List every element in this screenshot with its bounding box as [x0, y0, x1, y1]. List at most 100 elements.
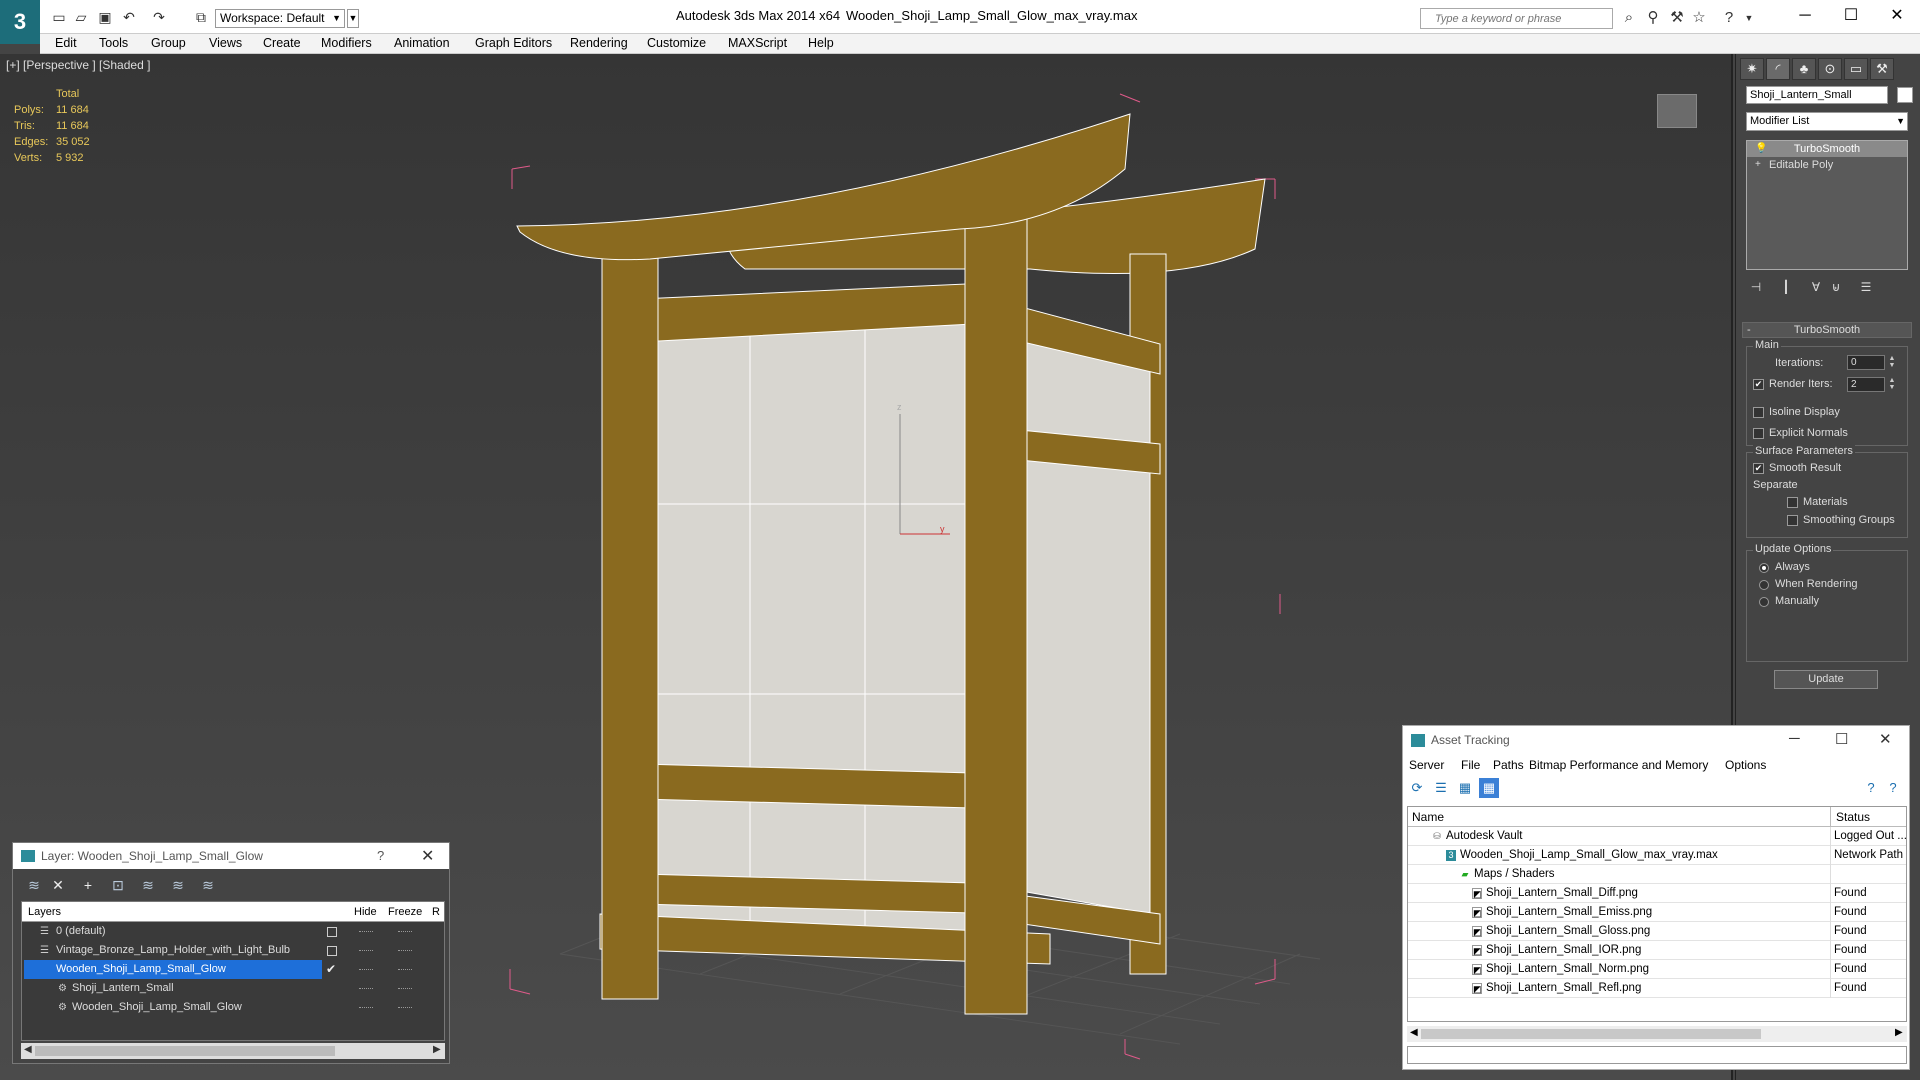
isoline-display-checkbox[interactable]: [1753, 407, 1764, 418]
close-icon[interactable]: ✕: [421, 846, 434, 866]
active-layer-checkbox[interactable]: [327, 927, 337, 937]
hide-toggle[interactable]: [359, 1007, 373, 1008]
freeze-toggle[interactable]: [398, 931, 412, 932]
smoothing-groups-checkbox[interactable]: [1787, 515, 1798, 526]
freeze-all-icon[interactable]: ≋: [197, 875, 219, 895]
search-input[interactable]: [1421, 9, 1612, 28]
help-toggle-icon[interactable]: ?: [1883, 778, 1903, 798]
utilities-tab-icon[interactable]: ⚒: [1870, 58, 1894, 80]
communication-center-icon[interactable]: ⚒: [1668, 10, 1686, 26]
display-tab-icon[interactable]: ▭: [1844, 58, 1868, 80]
open-file-icon[interactable]: ▱: [72, 9, 90, 25]
help-icon[interactable]: ?: [1720, 10, 1738, 26]
menu-edit[interactable]: Edit: [55, 36, 77, 50]
always-radio[interactable]: [1759, 563, 1769, 573]
asset-row[interactable]: ◩ Shoji_Lantern_Small_Gloss.png Found: [1408, 922, 1906, 941]
asset-menu-bitmap[interactable]: Bitmap Performance and Memory: [1529, 758, 1708, 772]
lightbulb-icon[interactable]: 💡: [1755, 141, 1767, 157]
hide-toggle[interactable]: [359, 988, 373, 989]
spinner-arrows-icon[interactable]: ▲ ▼: [1888, 377, 1896, 392]
menu-rendering[interactable]: Rendering: [570, 36, 628, 50]
asset-row[interactable]: ◩ Shoji_Lantern_Small_IOR.png Found: [1408, 941, 1906, 960]
asset-menu-paths[interactable]: Paths: [1493, 758, 1524, 772]
maximize-button[interactable]: ☐: [1828, 4, 1874, 28]
freeze-toggle[interactable]: [398, 988, 412, 989]
viewport-label[interactable]: [+] [Perspective ] [Shaded ]: [6, 58, 150, 72]
pin-stack-icon[interactable]: ⊣: [1746, 278, 1766, 296]
menu-modifiers[interactable]: Modifiers: [321, 36, 372, 50]
hide-toggle[interactable]: [359, 931, 373, 932]
asset-row[interactable]: ◩ Shoji_Lantern_Small_Norm.png Found: [1408, 960, 1906, 979]
viewcube-icon[interactable]: [1657, 94, 1697, 128]
menu-maxscript[interactable]: MAXScript: [728, 36, 787, 50]
object-color-swatch[interactable]: [1897, 87, 1913, 103]
col-freeze[interactable]: Freeze: [388, 906, 422, 918]
maximize-icon[interactable]: ☐: [1835, 730, 1848, 748]
hide-toggle[interactable]: [359, 950, 373, 951]
iterations-spinner[interactable]: 0: [1847, 355, 1885, 370]
favorites-star-icon[interactable]: ☆: [1690, 10, 1708, 26]
menu-create[interactable]: Create: [263, 36, 301, 50]
scroll-right-icon[interactable]: ▶: [433, 1044, 441, 1055]
undo-icon[interactable]: ↶: [120, 9, 138, 25]
close-icon[interactable]: ✕: [1879, 730, 1892, 748]
app-logo-icon[interactable]: 3: [0, 0, 40, 44]
hierarchy-tab-icon[interactable]: ♣: [1792, 58, 1816, 80]
select-objects-icon[interactable]: ⊡: [107, 875, 129, 895]
asset-row[interactable]: ⛁ Autodesk Vault Logged Out ...: [1408, 827, 1907, 846]
workspace-more-button[interactable]: ▼: [347, 9, 359, 28]
expand-plus-icon[interactable]: +: [1755, 157, 1761, 173]
menu-help[interactable]: Help: [808, 36, 834, 50]
materials-checkbox[interactable]: [1787, 497, 1798, 508]
manually-radio[interactable]: [1759, 597, 1769, 607]
col-render[interactable]: R: [432, 906, 440, 918]
scrollbar-thumb[interactable]: [35, 1046, 335, 1056]
scrollbar-thumb[interactable]: [1421, 1029, 1761, 1039]
list-view-icon[interactable]: ☰: [1431, 778, 1451, 798]
asset-menu-options[interactable]: Options: [1725, 758, 1766, 772]
create-layer-icon[interactable]: ≋: [23, 875, 45, 895]
asset-row[interactable]: ▰ Maps / Shaders: [1408, 865, 1906, 884]
rollout-header[interactable]: - TurboSmooth: [1742, 322, 1912, 338]
table-view-icon[interactable]: ▦: [1479, 778, 1499, 798]
render-iters-spinner[interactable]: 2: [1847, 377, 1885, 392]
asset-dialog-titlebar[interactable]: Asset Tracking ─ ☐ ✕: [1403, 726, 1909, 754]
layer-horizontal-scrollbar[interactable]: ◀ ▶: [21, 1043, 445, 1059]
scroll-left-icon[interactable]: ◀: [1410, 1027, 1418, 1038]
menu-views[interactable]: Views: [209, 36, 242, 50]
binoculars-icon[interactable]: ⌕: [1620, 10, 1638, 26]
smooth-result-checkbox[interactable]: ✔: [1753, 463, 1764, 474]
render-iters-checkbox[interactable]: ✔: [1753, 379, 1764, 390]
spinner-arrows-icon[interactable]: ▲ ▼: [1888, 355, 1896, 370]
minimize-button[interactable]: ─: [1782, 4, 1828, 28]
asset-menu-file[interactable]: File: [1461, 758, 1480, 772]
configure-sets-icon[interactable]: ☰: [1856, 278, 1876, 296]
menu-group[interactable]: Group: [151, 36, 186, 50]
create-tab-icon[interactable]: ✷: [1740, 58, 1764, 80]
project-folder-icon[interactable]: ⧉: [192, 9, 210, 25]
col-layers[interactable]: Layers: [28, 906, 61, 918]
freeze-toggle[interactable]: [398, 969, 412, 970]
layer-row-selected[interactable]: ☰ Wooden_Shoji_Lamp_Small_Glow ✔: [22, 960, 444, 979]
save-file-icon[interactable]: ▣: [96, 9, 114, 25]
help-dropdown-icon[interactable]: ▼: [1740, 10, 1758, 26]
asset-row[interactable]: ◩ Shoji_Lantern_Small_Diff.png Found: [1408, 884, 1906, 903]
menu-graph-editors[interactable]: Graph Editors: [475, 36, 552, 50]
thumbnail-view-icon[interactable]: ▦: [1455, 778, 1475, 798]
add-to-layer-icon[interactable]: +: [77, 875, 99, 895]
stack-item-editable-poly[interactable]: + Editable Poly: [1747, 157, 1907, 173]
new-file-icon[interactable]: ▭: [50, 9, 68, 25]
asset-row[interactable]: ◩ Shoji_Lantern_Small_Emiss.png Found: [1408, 903, 1906, 922]
highlight-layer-icon[interactable]: ≋: [137, 875, 159, 895]
col-hide[interactable]: Hide: [354, 906, 377, 918]
layer-row[interactable]: ☰ 0 (default): [22, 922, 444, 941]
help-icon[interactable]: ?: [1861, 778, 1881, 798]
asset-row[interactable]: 3 Wooden_Shoji_Lamp_Small_Glow_max_vray.m…: [1408, 846, 1906, 865]
scroll-right-icon[interactable]: ▶: [1895, 1027, 1903, 1038]
when-rendering-radio[interactable]: [1759, 580, 1769, 590]
minimize-icon[interactable]: ─: [1789, 730, 1800, 747]
active-layer-check-icon[interactable]: ✔: [326, 960, 336, 979]
modifier-list-dropdown[interactable]: Modifier List ▼: [1746, 112, 1908, 131]
show-end-result-icon[interactable]: ┃: [1776, 278, 1796, 296]
asset-horizontal-scrollbar[interactable]: ◀ ▶: [1407, 1026, 1907, 1042]
